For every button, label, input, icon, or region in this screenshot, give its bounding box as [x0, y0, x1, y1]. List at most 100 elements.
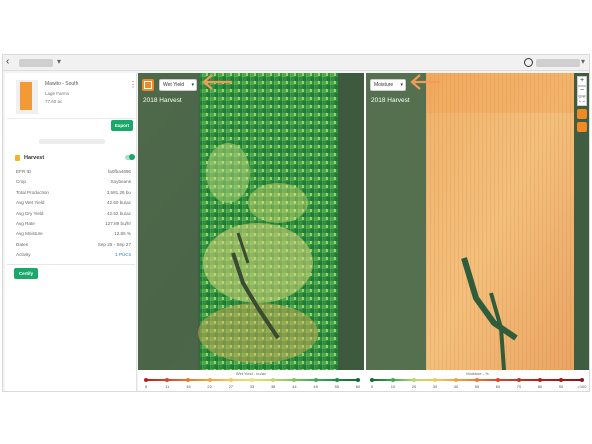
legend-tick-label: 40: [453, 384, 459, 389]
layer-select-value: Wet Yield: [163, 82, 185, 88]
legend-tick-label: >100: [577, 384, 587, 389]
detail-row: Dates Sep 25 - Sep 27: [7, 240, 135, 250]
farm-name: Lage Farms: [45, 91, 70, 96]
annotation-arrow-icon: [202, 74, 232, 90]
wet-yield-map[interactable]: Wet Yield ▾ 2018 Harvest: [138, 73, 364, 370]
detail-row: Avg Moisture 12.86 %: [7, 229, 135, 239]
legend-tick-label: 20: [411, 384, 417, 389]
harvest-title: Harvest: [24, 155, 45, 161]
field-area: 77.60 ac: [45, 99, 63, 104]
legend-stop: [165, 378, 170, 382]
detail-label: EFR ID: [16, 169, 32, 174]
legend-tick-label: 49: [313, 384, 318, 389]
chevron-down-icon: ▾: [400, 82, 403, 88]
legend-stop: [580, 378, 584, 382]
legend-tick-label: 16: [186, 384, 191, 389]
legend-tick-label: 60: [355, 384, 361, 389]
activity-link[interactable]: 1 PUCs: [115, 252, 131, 257]
moisture-map[interactable]: Moisture ▾ 2018 Harvest + − ⛶: [366, 73, 589, 370]
detail-label: Avg Wet Yield: [16, 200, 45, 206]
top-bar: ‹ ▾ ▾: [3, 55, 589, 71]
legend-stop: [334, 378, 339, 382]
layers-icon[interactable]: [577, 122, 587, 132]
legend-tick-label: 60: [495, 384, 501, 389]
layer-select[interactable]: Moisture ▾: [370, 79, 406, 91]
legend-tick-label: 22: [207, 384, 212, 389]
detail-row: Avg Dry Yield 42.52 bu/ac: [7, 209, 135, 219]
legend-tick-label: 38: [270, 384, 276, 389]
chevron-down-icon: ▾: [191, 82, 194, 88]
harvest-section-header: Harvest: [7, 153, 135, 165]
legend-stop: [433, 378, 437, 382]
legend-tick-label: 90: [558, 384, 564, 389]
legend-tick-label: 33: [249, 384, 255, 389]
sidebar: Mawito - South Lage Farms 77.60 ac ⋮ Exp…: [5, 73, 137, 391]
legend-tick-label: 80: [537, 384, 543, 389]
back-chevron-icon[interactable]: ‹: [6, 56, 9, 67]
map-title: 2018 Harvest: [143, 97, 182, 104]
detail-row: Crop Soybeans: [7, 177, 135, 187]
detail-label: Avg Rate: [16, 220, 35, 226]
zoom-in-button[interactable]: +: [577, 76, 587, 86]
legend-stop: [228, 378, 233, 382]
legend-stop: [207, 378, 212, 382]
detail-row: Total Production 3,581.26 bu: [7, 188, 135, 198]
detail-value: 12.86 %: [114, 231, 131, 237]
detail-value: 42.52 bu/ac: [106, 210, 131, 216]
more-options-icon[interactable]: ⋮: [129, 80, 137, 89]
layer-select-value: Moisture: [374, 82, 394, 88]
legend-tick-label: 5: [144, 384, 148, 389]
field-card[interactable]: Mawito - South Lage Farms 77.60 ac ⋮: [7, 75, 137, 119]
detail-row: Avg Wet Yield 42.50 bu/ac: [7, 198, 135, 208]
legend-tick-label: 30: [432, 384, 438, 389]
detail-value: 3,581.26 bu: [106, 189, 131, 195]
layers-button[interactable]: [142, 79, 154, 91]
detail-value: Soybeans: [110, 179, 131, 185]
legend-tick-label: 27: [228, 384, 234, 389]
user-circle-icon[interactable]: [524, 58, 533, 67]
export-button[interactable]: Export: [111, 120, 133, 131]
legend-stop: [186, 378, 191, 382]
certify-button[interactable]: Certify: [14, 268, 38, 279]
legend-tick-label: 50: [474, 384, 480, 389]
harvest-toggle[interactable]: [125, 154, 135, 160]
detail-value: Sep 25 - Sep 27: [97, 241, 131, 247]
app-window: ‹ ▾ ▾ Mawito - South Lage Farms 77.60 ac…: [2, 54, 590, 392]
wet-yield-map-image: [138, 73, 364, 370]
legend-tick-label: 55: [334, 384, 340, 389]
blurred-text: [39, 139, 105, 144]
fullscreen-icon[interactable]: ⛶: [577, 96, 587, 106]
legend-tick-label: 0: [370, 384, 374, 389]
legend-tick-label: 11: [165, 384, 170, 389]
chevron-down-icon[interactable]: ▾: [581, 57, 585, 66]
detail-label: Crop: [16, 179, 26, 185]
zoom-out-button[interactable]: −: [577, 86, 587, 96]
legend-stop: [517, 378, 521, 382]
detail-label: Dates: [16, 241, 29, 247]
legend-stop: [356, 378, 360, 382]
detail-row: Activity 1 PUCs: [7, 250, 135, 260]
breadcrumb[interactable]: [19, 59, 53, 67]
legend-stop: [144, 378, 148, 382]
map-controls: + − ⛶: [577, 76, 587, 132]
legend-tick-label: 70: [516, 384, 522, 389]
user-menu[interactable]: [536, 59, 580, 67]
field-thumbnail: [16, 80, 38, 114]
legend-stop: [538, 378, 542, 382]
legend-stop: [496, 378, 500, 382]
moisture-legend: Moisture - % 0 10 20 30 40 50 60 70 80 90 >100: [366, 370, 589, 391]
legend-stop: [292, 378, 297, 382]
legend-tick-label: 44: [292, 384, 297, 389]
legend-stop: [250, 378, 254, 382]
legend-stop: [475, 378, 479, 382]
legend-stop: [271, 378, 276, 382]
chevron-down-icon[interactable]: ▾: [57, 57, 61, 66]
detail-label: Activity: [16, 252, 31, 258]
layers-icon: [144, 81, 152, 89]
layer-select[interactable]: Wet Yield ▾: [159, 79, 197, 91]
legend-stop: [313, 378, 318, 382]
detail-value: 42.50 bu/ac: [106, 200, 131, 206]
legend-title: Moisture - %: [466, 371, 489, 376]
moisture-map-image: [366, 73, 589, 370]
draw-tool-icon[interactable]: [577, 109, 587, 119]
